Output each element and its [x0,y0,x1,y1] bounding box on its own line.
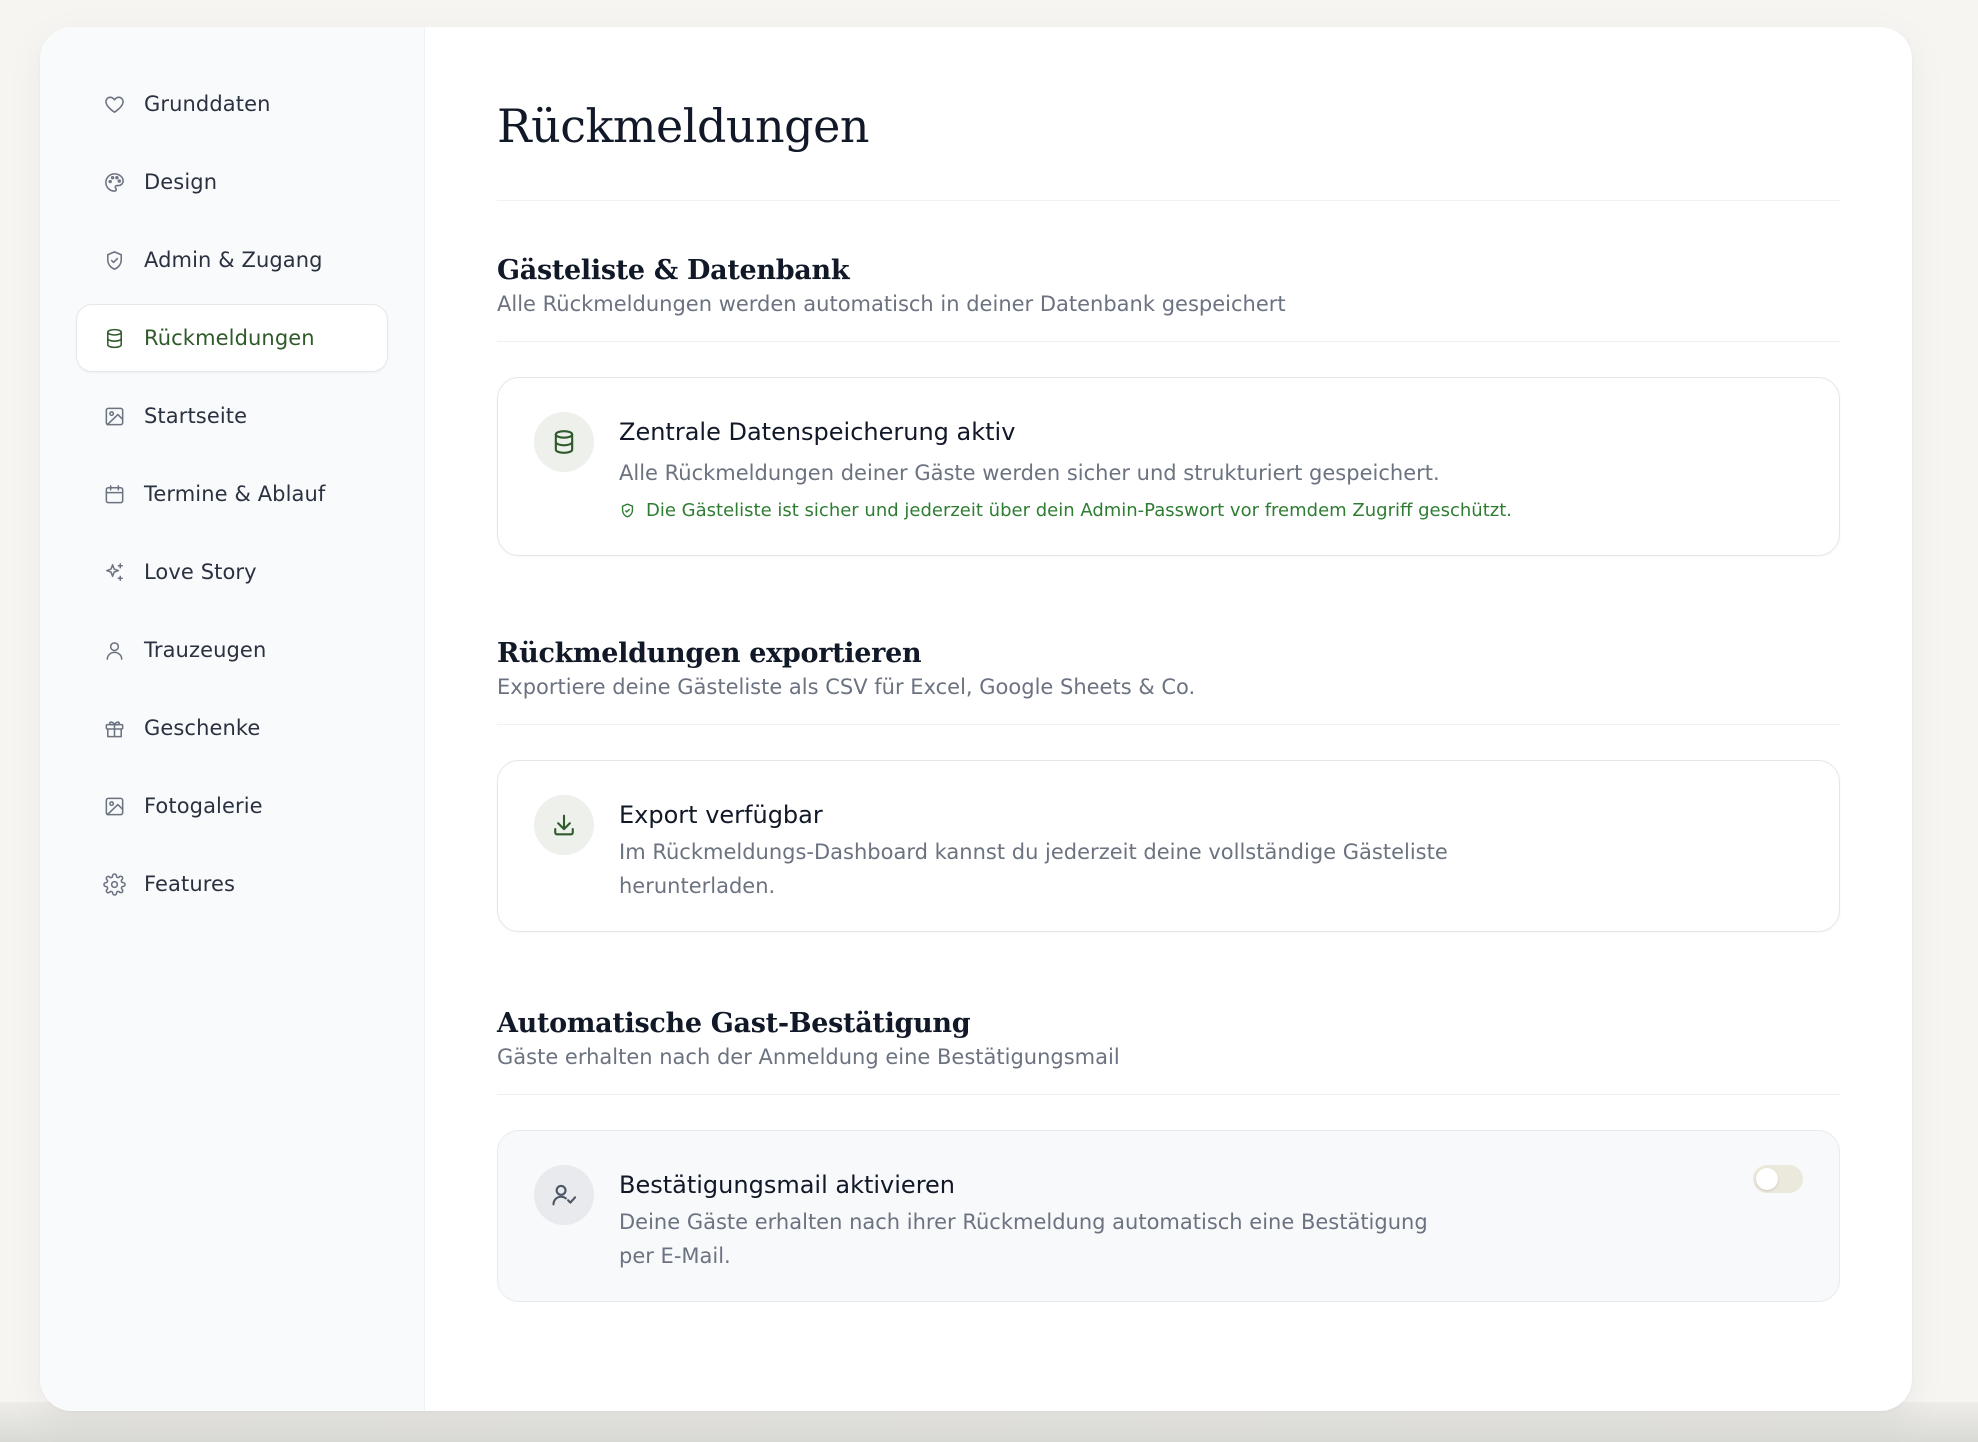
app-window: Grunddaten Design Admin & Zugang Rückmel… [40,27,1912,1411]
card-description: Alle Rückmeldungen deiner Gäste werden s… [619,461,1440,485]
section-title: Rückmeldungen exportieren [497,638,922,669]
section-title: Gästeliste & Datenbank [497,255,850,286]
sidebar-item-label: Grunddaten [144,92,271,116]
sidebar-item-trauzeugen[interactable]: Trauzeugen [76,616,388,684]
shield-check-icon [621,503,634,518]
sidebar-item-label: Love Story [144,560,257,584]
sidebar-item-label: Trauzeugen [144,638,267,662]
main-content: Rückmeldungen Gästeliste & Datenbank All… [425,27,1912,1411]
toggle-knob [1756,1168,1778,1190]
section-subtitle: Gäste erhalten nach der Anmeldung eine B… [497,1045,1120,1069]
heart-icon [102,92,126,116]
security-note-text: Die Gästeliste ist sicher und jederzeit … [646,500,1512,521]
card-title: Zentrale Datenspeicherung aktiv [619,418,1016,446]
sidebar-item-label: Design [144,170,218,194]
shield-icon [102,248,126,272]
section-divider [497,724,1840,725]
palette-icon [102,170,126,194]
sidebar-item-label: Fotogalerie [144,794,263,818]
section-divider [497,341,1840,342]
sidebar-item-design[interactable]: Design [76,148,388,216]
calendar-icon [102,482,126,506]
card-title: Bestätigungsmail aktivieren [619,1171,956,1199]
image-icon [102,794,126,818]
sidebar-item-grunddaten[interactable]: Grunddaten [76,70,388,138]
sidebar-item-label: Rückmeldungen [144,326,315,350]
card-title: Export verfügbar [619,801,823,829]
gear-icon [102,872,126,896]
storage-status-card: Zentrale Datenspeicherung aktiv Alle Rüc… [497,377,1840,556]
sidebar-item-termine-ablauf[interactable]: Termine & Ablauf [76,460,388,528]
section-gaesteliste-datenbank: Gästeliste & Datenbank Alle Rückmeldunge… [497,255,1840,556]
sidebar-item-admin-zugang[interactable]: Admin & Zugang [76,226,388,294]
sidebar-item-fotogalerie[interactable]: Fotogalerie [76,772,388,840]
sidebar-item-love-story[interactable]: Love Story [76,538,388,606]
section-export: Rückmeldungen exportieren Exportiere dei… [497,638,1840,932]
sidebar-item-startseite[interactable]: Startseite [76,382,388,450]
gift-icon [102,716,126,740]
section-gast-bestaetigung: Automatische Gast-Bestätigung Gäste erha… [497,1008,1840,1302]
sidebar-item-rueckmeldungen[interactable]: Rückmeldungen [76,304,388,372]
sidebar: Grunddaten Design Admin & Zugang Rückmel… [40,27,425,1411]
sidebar-item-label: Geschenke [144,716,261,740]
section-divider [497,1094,1840,1095]
section-subtitle: Alle Rückmeldungen werden automatisch in… [497,292,1286,316]
confirmation-mail-toggle[interactable] [1753,1165,1803,1193]
image-icon [102,404,126,428]
database-icon [534,412,594,472]
export-card: Export verfügbar Im Rückmeldungs-Dashboa… [497,760,1840,932]
user-icon [102,638,126,662]
sidebar-item-geschenke[interactable]: Geschenke [76,694,388,762]
sidebar-item-features[interactable]: Features [76,850,388,918]
security-note: Die Gästeliste ist sicher und jederzeit … [619,500,1803,521]
page-title: Rückmeldungen [497,99,1840,201]
card-description: Deine Gäste erhalten nach ihrer Rückmeld… [619,1210,1428,1268]
sidebar-item-label: Admin & Zugang [144,248,323,272]
sidebar-item-label: Startseite [144,404,248,428]
download-icon [534,795,594,855]
user-check-icon [534,1165,594,1225]
database-icon [102,326,126,350]
confirmation-mail-card: Bestätigungsmail aktivieren Deine Gäste … [497,1130,1840,1302]
sidebar-item-label: Features [144,872,236,896]
sidebar-item-label: Termine & Ablauf [144,482,326,506]
section-title: Automatische Gast-Bestätigung [497,1008,971,1039]
card-description: Im Rückmeldungs-Dashboard kannst du jede… [619,840,1448,898]
section-subtitle: Exportiere deine Gästeliste als CSV für … [497,675,1196,699]
sparkles-icon [102,560,126,584]
